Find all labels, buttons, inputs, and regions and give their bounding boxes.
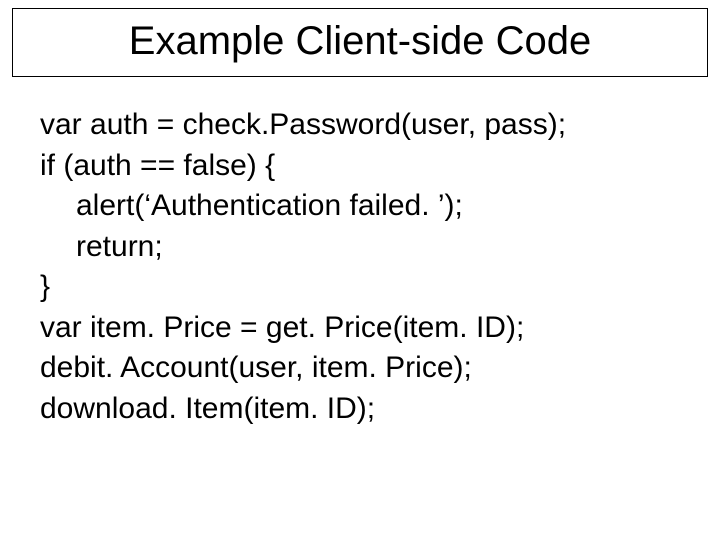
code-line-6: var item. Price = get. Price(item. ID); [40,308,680,349]
title-container: Example Client-side Code [12,8,708,77]
code-line-3: alert(‘Authentication failed. ’); [40,186,680,227]
code-line-8: download. Item(item. ID); [40,389,680,430]
code-line-1: var auth = check.Password(user, pass); [40,105,680,146]
code-line-4: return; [40,227,680,268]
code-line-7: debit. Account(user, item. Price); [40,348,680,389]
slide-title: Example Client-side Code [33,19,687,64]
code-block: var auth = check.Password(user, pass); i… [0,77,720,429]
code-line-5: } [40,267,680,308]
code-line-2: if (auth == false) { [40,146,680,187]
